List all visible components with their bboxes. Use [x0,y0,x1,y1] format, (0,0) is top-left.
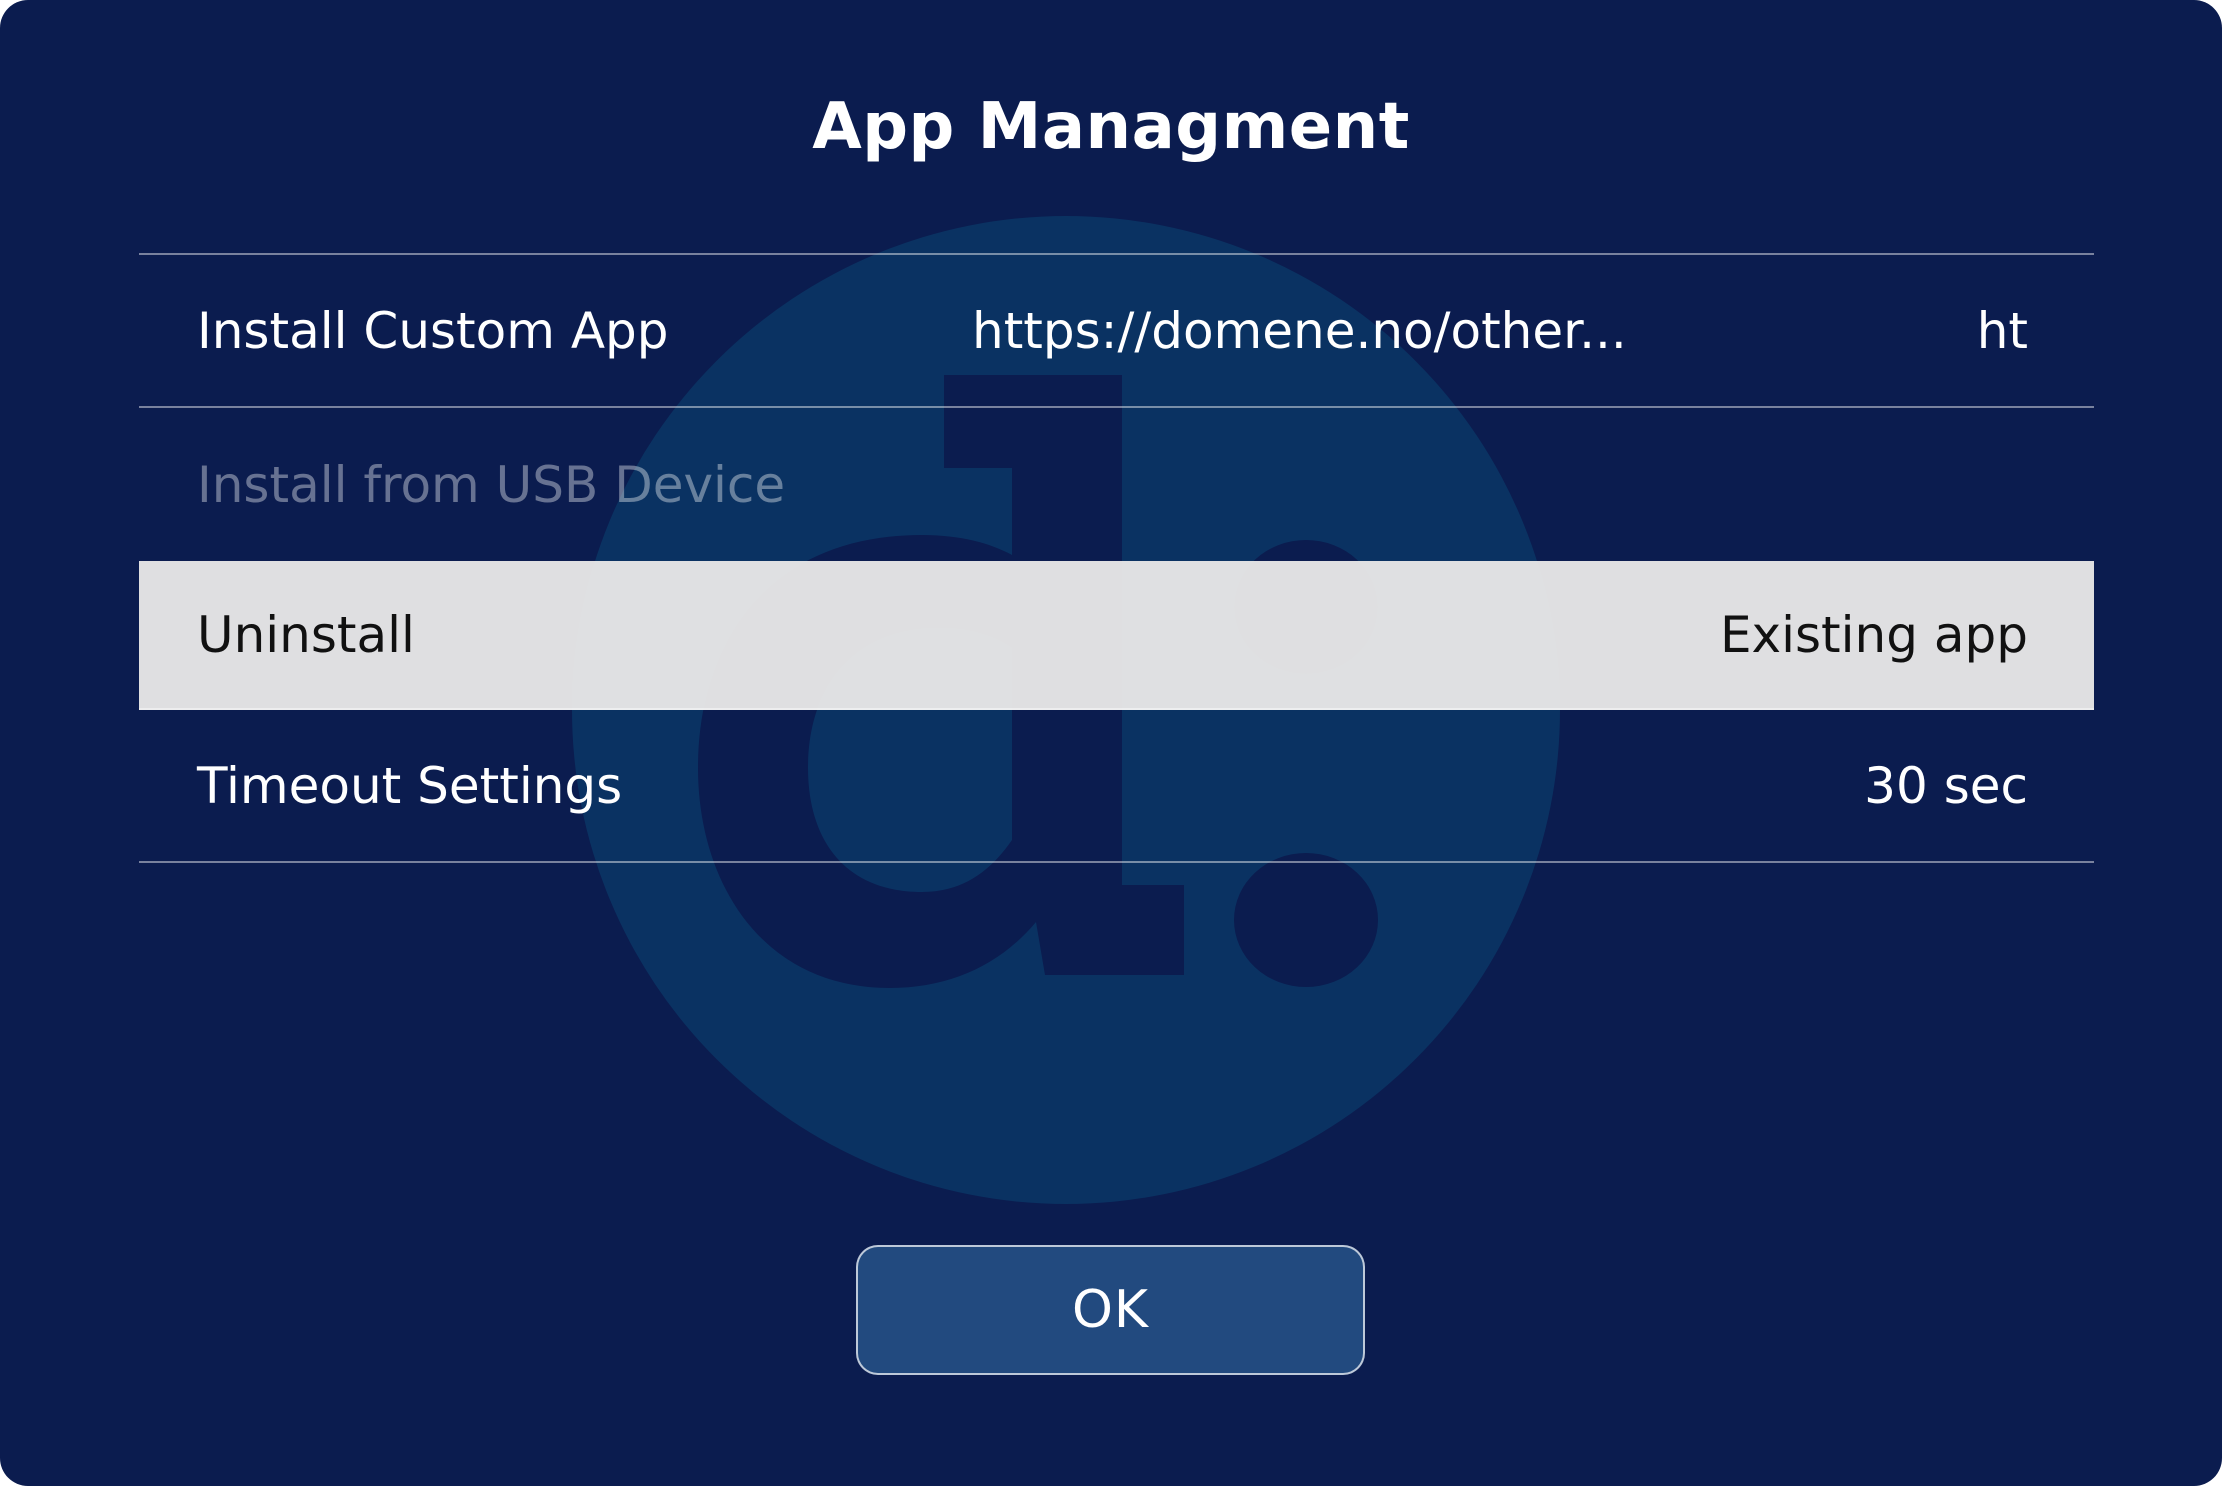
app-management-dialog: App Managment Install Custom App https:/… [0,0,2222,1486]
menu-item-value: ht [1976,301,2028,360]
menu-item-install-custom-app[interactable]: Install Custom App https://domene.no/oth… [139,255,2094,408]
dialog-title: App Managment [812,90,1410,164]
menu-item-value: 30 sec [1864,756,2028,815]
ok-button[interactable]: OK [856,1245,1365,1375]
menu-item-label: Timeout Settings [197,756,623,815]
menu-item-install-from-usb[interactable]: Install from USB Device [139,408,2094,561]
menu-item-uninstall[interactable]: Uninstall Existing app [139,561,2094,710]
settings-menu: Install Custom App https://domene.no/oth… [139,253,2094,863]
menu-item-timeout-settings[interactable]: Timeout Settings 30 sec [139,710,2094,863]
menu-item-label: Uninstall [197,605,415,664]
menu-item-label: Install Custom App [197,301,669,360]
menu-item-label: Install from USB Device [197,455,786,514]
menu-item-url-value: https://domene.no/other... [972,301,1627,360]
menu-item-value: Existing app [1719,605,2028,664]
